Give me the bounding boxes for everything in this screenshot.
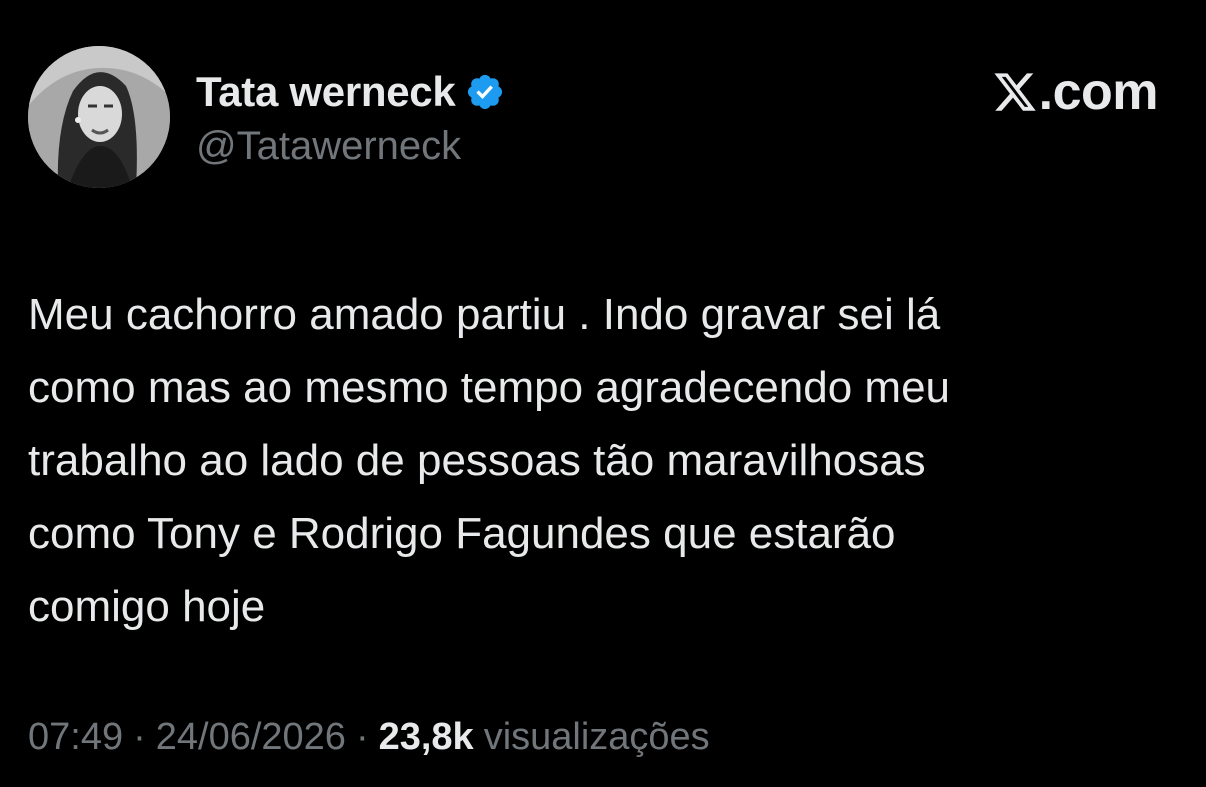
avatar-photo <box>28 46 170 188</box>
tweet-metadata: 07:49 · 24/06/2026 · 23,8k visualizações <box>28 716 710 759</box>
views-label: visualizações <box>483 716 710 758</box>
x-logo-icon <box>992 69 1038 115</box>
tweet-body-text: Meu cachorro amado partiu . Indo gravar … <box>28 290 951 631</box>
tweet-card: Tata werneck @Tatawerneck .com Meu cacho… <box>0 0 1206 787</box>
x-brand-watermark: .com <box>992 63 1159 121</box>
meta-separator: · <box>355 716 369 758</box>
verified-badge-icon <box>465 72 505 112</box>
views-count[interactable]: 23,8k <box>379 716 474 759</box>
avatar[interactable] <box>28 46 170 188</box>
author-handle[interactable]: @Tatawerneck <box>196 124 505 169</box>
author-display-name[interactable]: Tata werneck <box>196 68 456 116</box>
tweet-time[interactable]: 07:49 <box>28 716 123 759</box>
meta-separator: · <box>133 716 146 758</box>
name-row: Tata werneck <box>196 66 505 118</box>
brand-domain-text: .com <box>1038 63 1159 121</box>
tweet-header: Tata werneck @Tatawerneck <box>28 46 505 188</box>
tweet-date[interactable]: 24/06/2026 <box>156 716 346 759</box>
author-identity: Tata werneck @Tatawerneck <box>196 46 505 188</box>
